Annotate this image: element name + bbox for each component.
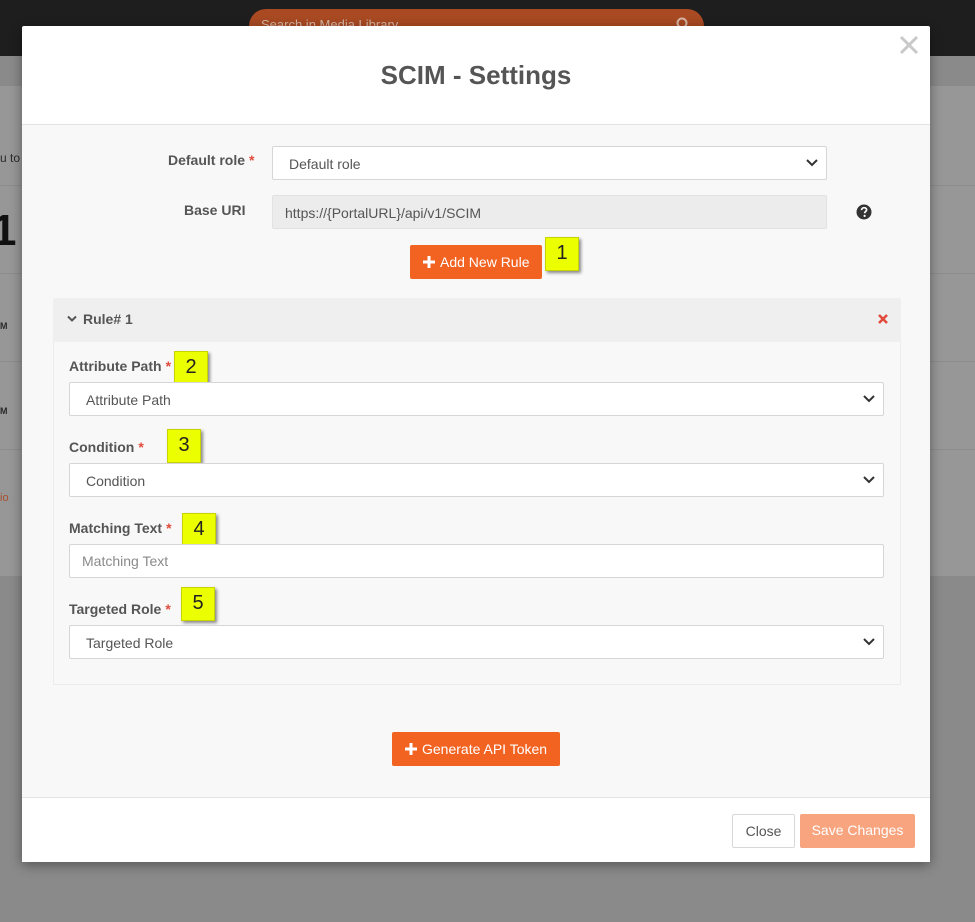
generate-api-token-label: Generate API Token [422,741,548,757]
generate-api-token-button[interactable]: Generate API Token [392,732,560,766]
save-changes-button[interactable]: Save Changes [800,814,915,848]
help-icon[interactable] [856,204,872,220]
close-icon[interactable] [898,34,920,56]
required-mark: * [165,358,172,374]
matching-text-input[interactable] [69,544,884,578]
default-role-select[interactable]: Default role [272,146,827,180]
base-uri-label: Base URI [184,202,246,218]
attribute-path-label-text: Attribute Path [69,358,162,374]
background-text: M [0,321,8,331]
rule-title: Rule# 1 [83,311,133,327]
matching-text-label-text: Matching Text [69,520,163,536]
targeted-role-label-text: Targeted Role [69,601,162,617]
condition-label-text: Condition [69,439,135,455]
modal-footer: Close Save Changes [22,797,930,862]
remove-rule-icon[interactable] [877,313,889,325]
default-role-value: Default role [289,156,361,172]
background-text: 1 [0,206,17,255]
condition-value: Condition [86,473,146,489]
modal-title: SCIM - Settings [380,60,572,90]
modal-header: SCIM - Settings [22,26,930,125]
background-text: M [0,406,8,416]
base-uri-field: https://{PortalURL}/api/v1/SCIM [272,195,827,229]
add-new-rule-button[interactable]: Add New Rule [410,245,542,279]
default-role-label-text: Default role [168,152,246,168]
rule-header[interactable]: Rule# 1 [53,298,901,342]
matching-text-label: Matching Text * [69,520,172,536]
chevron-down-icon [863,476,875,484]
condition-label: Condition * [69,439,144,455]
attribute-path-label: Attribute Path * [69,358,171,374]
callout-badge-4: 4 [182,513,216,547]
attribute-path-value: Attribute Path [86,392,171,408]
chevron-down-icon [863,638,875,646]
callout-badge-2: 2 [174,351,208,385]
chevron-down-icon [806,159,818,167]
required-mark: * [166,520,172,536]
add-new-rule-label: Add New Rule [440,254,530,270]
targeted-role-value: Targeted Role [86,635,174,651]
close-button[interactable]: Close [732,814,795,848]
chevron-down-icon [863,395,875,403]
required-mark: * [138,439,144,455]
background-text: io [0,492,9,504]
plus-icon [423,256,435,268]
chevron-down-icon [67,315,77,322]
scim-settings-modal: SCIM - Settings Default role * Default ro… [22,26,930,862]
callout-badge-5: 5 [181,587,215,621]
required-mark: * [249,152,255,168]
callout-badge-1: 1 [545,237,579,271]
default-role-label: Default role * [168,152,254,168]
attribute-path-select[interactable]: Attribute Path [69,382,884,416]
plus-icon [405,743,417,755]
targeted-role-select[interactable]: Targeted Role [69,625,884,659]
condition-select[interactable]: Condition [69,463,884,497]
callout-badge-3: 3 [167,429,201,463]
required-mark: * [165,601,171,617]
modal-body: Default role * Default role Base URI http… [22,125,930,797]
background-text: u to [0,151,21,165]
targeted-role-label: Targeted Role * [69,601,171,617]
